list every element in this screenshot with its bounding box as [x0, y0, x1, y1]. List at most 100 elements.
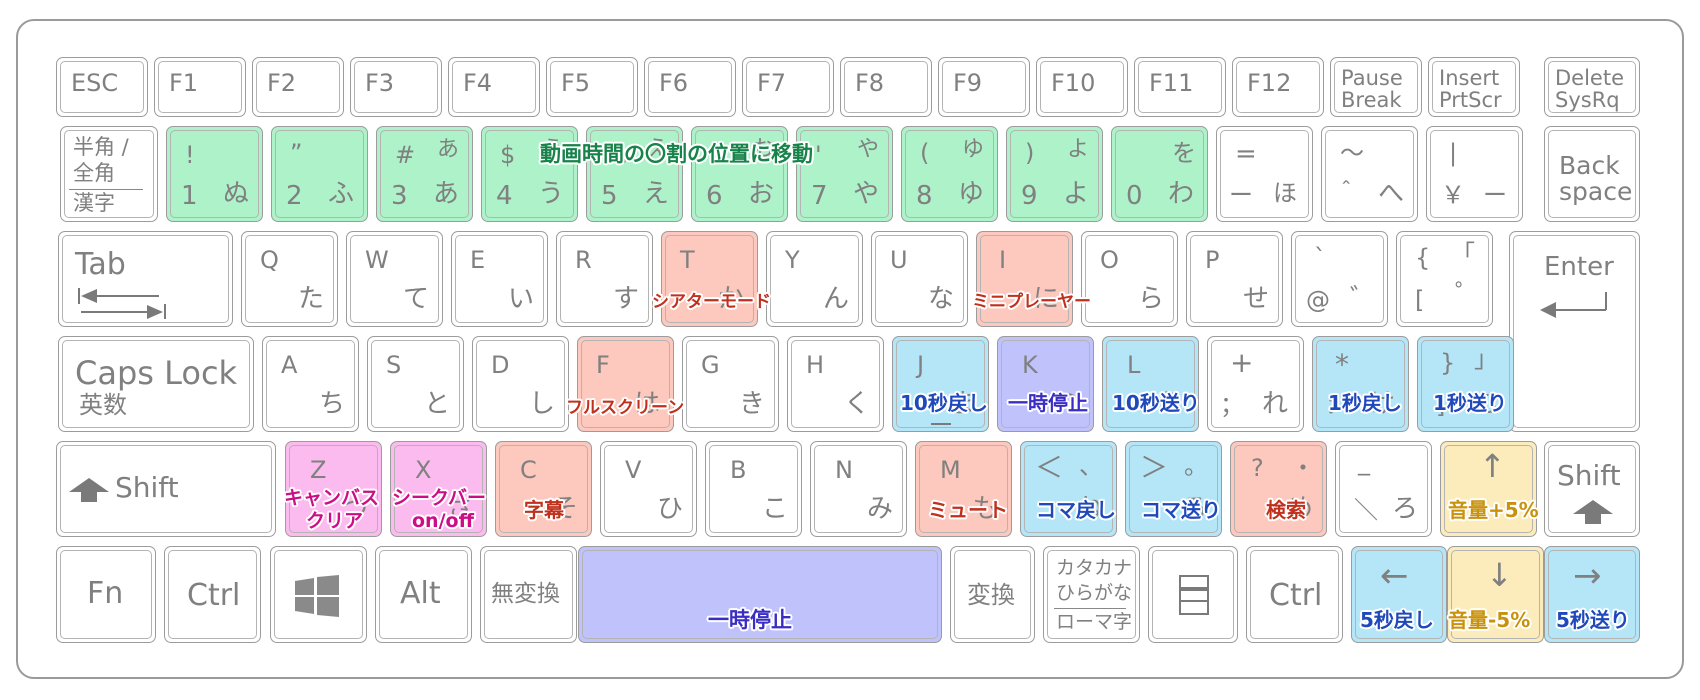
key-f11[interactable]: F11	[1134, 57, 1226, 117]
key-1[interactable]: ! 1 ぬ	[166, 126, 263, 222]
key-legend: Shift	[1557, 459, 1621, 492]
key-hankaku-zenkaku[interactable]: 半角 / 全角 漢字	[60, 126, 158, 222]
key-minus[interactable]: = ー ほ	[1216, 126, 1313, 222]
key-9[interactable]: ) よ 9 よ	[1006, 126, 1103, 222]
key-m[interactable]: M も	[915, 441, 1012, 537]
key-legend: J	[917, 351, 925, 379]
key-0[interactable]: を 0 わ	[1111, 126, 1208, 222]
key-semicolon[interactable]: + ； れ	[1207, 336, 1304, 432]
key-delete[interactable]: Delete SysRq	[1544, 57, 1640, 117]
key-q[interactable]: Q た	[241, 231, 338, 327]
label-forward-10s: 10秒送り	[1112, 391, 1200, 415]
key-h[interactable]: H く	[787, 336, 884, 432]
key-g[interactable]: G き	[682, 336, 779, 432]
key-bracket-right[interactable]: } 」 ] む	[1417, 336, 1514, 432]
key-a[interactable]: A ち	[262, 336, 359, 432]
key-f12[interactable]: F12	[1232, 57, 1324, 117]
key-slash[interactable]: ? ・ め	[1230, 441, 1327, 537]
key-4[interactable]: $ う 4 う	[481, 126, 578, 222]
key-y[interactable]: Y ん	[766, 231, 863, 327]
key-b[interactable]: B こ	[705, 441, 802, 537]
key-u[interactable]: U な	[871, 231, 968, 327]
key-legend: 、	[1079, 452, 1103, 480]
key-at[interactable]: ` @ ゛	[1291, 231, 1388, 327]
key-legend: 「	[1451, 240, 1475, 268]
key-legend: I	[999, 246, 1007, 274]
key-menu[interactable]	[1148, 546, 1238, 643]
key-legend: 5	[601, 181, 618, 211]
key-legend: Tab	[75, 247, 126, 282]
key-f1[interactable]: F1	[154, 57, 246, 117]
label-back-1s: 1秒戻し	[1328, 391, 1402, 415]
key-fn[interactable]: Fn	[56, 546, 156, 643]
key-caret[interactable]: ～ ＾ へ	[1321, 126, 1418, 222]
key-windows[interactable]	[270, 546, 367, 643]
key-f8[interactable]: F8	[840, 57, 932, 117]
key-esc[interactable]: ESC	[56, 57, 148, 117]
key-right-ctrl[interactable]: Ctrl	[1246, 546, 1343, 643]
key-henkan[interactable]: 変換	[950, 546, 1035, 643]
key-f3[interactable]: F3	[350, 57, 442, 117]
key-o[interactable]: O ら	[1081, 231, 1178, 327]
key-colon[interactable]: * ： け	[1312, 336, 1409, 432]
divider	[69, 189, 143, 190]
key-up-arrow[interactable]: ↑	[1440, 441, 1537, 537]
key-legend: Insert	[1439, 66, 1500, 90]
key-l[interactable]: L り	[1102, 336, 1199, 432]
key-enter[interactable]: Enter	[1509, 231, 1640, 432]
key-f9[interactable]: F9	[938, 57, 1030, 117]
key-yen[interactable]: | ￥ ー	[1426, 126, 1523, 222]
key-r[interactable]: R す	[556, 231, 653, 327]
key-period[interactable]: ＞ 。 る	[1125, 441, 1222, 537]
key-backspace[interactable]: Back space	[1544, 126, 1640, 222]
key-f6[interactable]: F6	[644, 57, 736, 117]
key-f10[interactable]: F10	[1036, 57, 1128, 117]
key-s[interactable]: S と	[367, 336, 464, 432]
key-right-shift[interactable]: Shift	[1544, 441, 1640, 537]
key-f7[interactable]: F7	[742, 57, 834, 117]
key-2[interactable]: ” 2 ふ	[271, 126, 368, 222]
key-6[interactable]: & お 6 お	[691, 126, 788, 222]
key-backslash[interactable]: _ ＼ ろ	[1335, 441, 1432, 537]
key-5[interactable]: % え 5 え	[586, 126, 683, 222]
key-legend: 全角	[73, 161, 115, 185]
key-legend: )	[1025, 139, 1035, 167]
key-8[interactable]: ( ゆ 8 ゆ	[901, 126, 998, 222]
key-f2[interactable]: F2	[252, 57, 344, 117]
key-v[interactable]: V ひ	[600, 441, 697, 537]
key-f5[interactable]: F5	[546, 57, 638, 117]
key-legend: S	[386, 351, 402, 379]
key-insert[interactable]: Insert PrtScr	[1428, 57, 1520, 117]
key-kana[interactable]: カタカナ ひらがな ローマ字	[1043, 546, 1140, 643]
key-comma[interactable]: ＜ 、 ね	[1020, 441, 1117, 537]
key-legend: L	[1127, 351, 1141, 379]
key-i[interactable]: I に	[976, 231, 1073, 327]
key-legend: し	[529, 389, 556, 419]
key-f4[interactable]: F4	[448, 57, 540, 117]
key-j[interactable]: J ま	[892, 336, 989, 432]
key-c[interactable]: C そ	[495, 441, 592, 537]
key-7[interactable]: ' や 7 や	[796, 126, 893, 222]
key-alt[interactable]: Alt	[375, 546, 472, 643]
key-legend: や	[853, 179, 880, 209]
key-d[interactable]: D し	[472, 336, 569, 432]
key-caps-lock[interactable]: Caps Lock 英数	[58, 336, 254, 432]
key-e[interactable]: E い	[451, 231, 548, 327]
key-k[interactable]: K の	[997, 336, 1094, 432]
key-pause[interactable]: Pause Break	[1330, 57, 1422, 117]
key-n[interactable]: N み	[810, 441, 907, 537]
key-muhenkan[interactable]: 無変換	[480, 546, 577, 643]
key-legend: あ	[437, 137, 460, 162]
key-left-ctrl[interactable]: Ctrl	[164, 546, 261, 643]
key-p[interactable]: P せ	[1186, 231, 1283, 327]
label-canvas-clear-2: クリア	[306, 510, 364, 532]
key-w[interactable]: W て	[346, 231, 443, 327]
key-t[interactable]: T か	[661, 231, 758, 327]
key-bracket-left[interactable]: { 「 [ ゜	[1396, 231, 1493, 327]
key-legend: た	[298, 284, 325, 314]
key-legend: 半角 /	[73, 135, 129, 159]
key-tab[interactable]: Tab	[58, 231, 233, 327]
key-left-shift[interactable]: Shift	[56, 441, 276, 537]
key-3[interactable]: # あ 3 あ	[376, 126, 473, 222]
key-legend: `	[1314, 244, 1326, 272]
